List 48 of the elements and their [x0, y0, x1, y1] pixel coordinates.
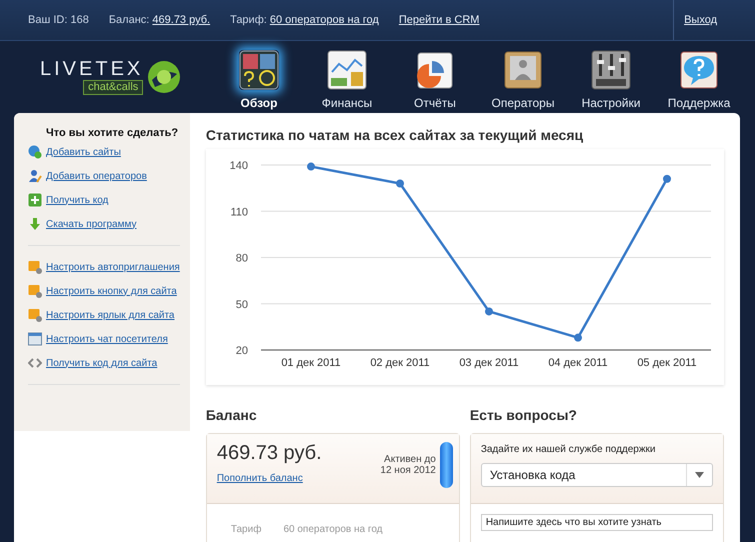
- nav-tab[interactable]: Финансы: [303, 50, 391, 113]
- id-value: 168: [70, 14, 89, 26]
- sidebar-link[interactable]: Скачать программу: [46, 218, 136, 230]
- y-tick-label: 110: [230, 206, 248, 218]
- sidebar-link[interactable]: Получить код для сайта: [46, 358, 158, 368]
- balance-title: Баланс: [206, 407, 258, 423]
- tariff-label: Тариф:: [230, 14, 267, 26]
- sidebar-link[interactable]: Добавить сайты: [46, 146, 121, 158]
- id-label: Ваш ID:: [28, 14, 68, 26]
- sidebar-link[interactable]: Добавить операторов: [46, 170, 147, 182]
- balance-label: Баланс:: [108, 14, 150, 26]
- sidebar-link[interactable]: Настроить автоприглашения: [46, 262, 180, 272]
- balance-amount: 469.73 руб.: [216, 442, 323, 465]
- nav-tab[interactable]: Отчёты: [391, 50, 479, 113]
- x-tick-label: 03 дек 2011: [459, 357, 518, 369]
- y-tick-label: 20: [236, 345, 248, 357]
- topic-dropdown[interactable]: Установка кода: [480, 463, 713, 487]
- nav-tab[interactable]: Настройки: [567, 50, 655, 113]
- sidebar-link[interactable]: Настроить кнопку для сайта: [46, 286, 177, 296]
- x-tick-label: 02 дек 2011: [370, 357, 430, 369]
- message-field[interactable]: Напишите здесь что вы хотите узнать: [480, 514, 713, 531]
- y-tick-label: 140: [229, 160, 248, 172]
- x-tick-label: 04 дек 2011: [548, 357, 608, 369]
- tariff-label: Тариф: [230, 524, 262, 535]
- logout-link[interactable]: Выход: [684, 14, 717, 26]
- tariff-value: 60 операторов на год: [283, 524, 382, 535]
- top-up-link[interactable]: Пополнить баланс: [216, 473, 380, 484]
- logo-wordmark: LIVETEX: [40, 58, 144, 80]
- sidebar-title: Что вы хотите сделать?: [46, 127, 180, 139]
- active-until-date: 12 ноя 2012: [380, 465, 436, 476]
- nav-tab[interactable]: Операторы: [479, 50, 567, 113]
- crm-link[interactable]: Перейти в CRM: [398, 14, 480, 26]
- active-until-label: Активен до: [384, 454, 436, 465]
- x-tick-label: 01 дек 2011: [281, 357, 340, 369]
- chart-title: Статистика по чатам на всех сайтах за текущий месяц: [206, 127, 584, 143]
- sidebar-link[interactable]: Настроить ярлык для сайта: [46, 310, 174, 320]
- balance-link[interactable]: 469.73 руб.: [152, 14, 210, 26]
- y-tick-label: 80: [236, 252, 248, 264]
- x-tick-label: 05 дек 2011: [637, 357, 696, 369]
- nav-tab[interactable]: Поддержка: [655, 50, 743, 113]
- support-title: Есть вопросы?: [470, 407, 578, 423]
- logo-tagline: chat&calls: [83, 80, 144, 95]
- tariff-link[interactable]: 60 операторов на год: [270, 14, 379, 26]
- y-tick-label: 50: [236, 298, 248, 311]
- nav-tab[interactable]: Обзор: [215, 50, 303, 113]
- sidebar-link[interactable]: Настроить чат посетителя: [46, 334, 168, 344]
- sidebar-link[interactable]: Получить код: [46, 194, 108, 206]
- support-prompt: Задайте их нашей службе поддержки: [480, 444, 657, 455]
